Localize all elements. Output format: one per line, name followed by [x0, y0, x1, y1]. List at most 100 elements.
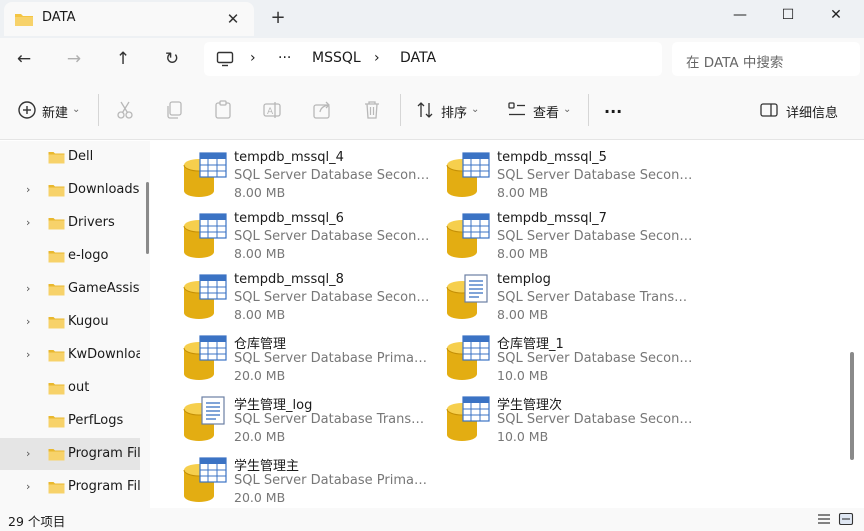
sidebar-item[interactable]: › Drivers: [0, 207, 140, 239]
file-item[interactable]: tempdb_mssql_4 SQL Server Database Second…: [158, 145, 430, 201]
file-name: tempdb_mssql_7: [497, 211, 607, 226]
sidebar-item[interactable]: › Kugou: [0, 306, 140, 338]
sidebar-item-label: Program Files: [68, 446, 140, 461]
database-file-icon: [446, 213, 490, 258]
file-type: SQL Server Database Transacti...: [234, 412, 430, 427]
address-field[interactable]: › ··· MSSQL › DATA: [204, 42, 662, 76]
copy-icon[interactable]: [163, 99, 185, 121]
file-size: 10.0 MB: [497, 429, 549, 444]
database-file-icon: [446, 396, 490, 441]
sidebar-item[interactable]: e-logo: [0, 240, 140, 272]
view-icon[interactable]: [506, 99, 528, 121]
details-pane-icon[interactable]: [758, 99, 780, 121]
cut-icon[interactable]: [114, 99, 136, 121]
sidebar-item[interactable]: › Downloads: [0, 174, 140, 206]
chevron-right-icon[interactable]: ›: [26, 216, 30, 229]
chevron-right-icon[interactable]: ›: [26, 183, 30, 196]
folder-icon: [48, 152, 65, 164]
file-item[interactable]: templog SQL Server Database Transacti... 8…: [421, 267, 693, 323]
rename-icon[interactable]: A: [261, 99, 283, 121]
file-item[interactable]: tempdb_mssql_7 SQL Server Database Second…: [421, 206, 693, 262]
sidebar-item-label: GameAssistant: [68, 281, 140, 296]
file-size: 8.00 MB: [234, 185, 286, 200]
sidebar-item[interactable]: › GameAssistant: [0, 273, 140, 305]
file-item[interactable]: tempdb_mssql_5 SQL Server Database Second…: [421, 145, 693, 201]
sort-button[interactable]: 排序 ⌄: [441, 100, 479, 122]
minimize-button[interactable]: —: [716, 0, 764, 30]
breadcrumb-separator[interactable]: ›: [250, 50, 256, 66]
database-file-icon: [183, 335, 227, 380]
file-name: 仓库管理: [234, 337, 287, 352]
view-button[interactable]: 查看 ⌄: [533, 100, 571, 122]
breadcrumb-more[interactable]: ···: [278, 50, 291, 66]
chevron-right-icon[interactable]: ›: [26, 282, 30, 295]
chevron-right-icon[interactable]: ›: [26, 480, 30, 493]
sort-icon[interactable]: [414, 99, 436, 121]
chevron-right-icon[interactable]: ›: [26, 315, 30, 328]
file-size: 8.00 MB: [234, 307, 286, 322]
file-item[interactable]: tempdb_mssql_8 SQL Server Database Second…: [158, 267, 430, 323]
file-type: SQL Server Database Seconda...: [234, 168, 430, 183]
database-file-icon: [183, 396, 225, 441]
up-button[interactable]: ↑: [109, 45, 137, 73]
search-placeholder: 在 DATA 中搜索: [686, 55, 784, 71]
file-name: 学生管理主: [234, 459, 300, 474]
chevron-right-icon[interactable]: ›: [26, 447, 30, 460]
sidebar-item-label: Kugou: [68, 314, 109, 329]
divider: [98, 94, 99, 126]
more-options-button[interactable]: ···: [604, 100, 622, 122]
refresh-button[interactable]: ↻: [158, 45, 186, 73]
back-button[interactable]: ←: [10, 45, 38, 73]
file-item[interactable]: 仓库管理_1 SQL Server Database Seconda... 10.0…: [421, 328, 693, 384]
breadcrumb-separator[interactable]: ›: [374, 50, 380, 66]
sidebar-item-label: Dell: [68, 149, 94, 164]
close-button[interactable]: ✕: [812, 0, 860, 30]
chevron-down-icon: ⌄: [471, 103, 480, 115]
database-file-icon: [446, 274, 488, 319]
file-size: 8.00 MB: [234, 246, 286, 261]
sidebar-item[interactable]: Dell: [0, 141, 140, 173]
details-view-icon[interactable]: [816, 511, 832, 527]
sidebar-item-label: Drivers: [68, 215, 115, 230]
folder-icon: [48, 284, 65, 296]
file-type: SQL Server Database Seconda...: [497, 412, 693, 427]
breadcrumb-mssql[interactable]: MSSQL: [312, 50, 361, 66]
tab-close-button[interactable]: ✕: [222, 8, 244, 30]
sidebar-scrollbar[interactable]: [146, 182, 149, 254]
details-button[interactable]: 详细信息: [786, 100, 838, 122]
file-item[interactable]: 仓库管理 SQL Server Database Primary ... 20.0 …: [158, 328, 430, 384]
sidebar-item[interactable]: out: [0, 372, 140, 404]
share-icon[interactable]: [311, 99, 333, 121]
file-item[interactable]: 学生管理次 SQL Server Database Seconda... 10.0 …: [421, 389, 693, 445]
new-tab-button[interactable]: +: [266, 6, 290, 30]
chevron-right-icon[interactable]: ›: [26, 348, 30, 361]
folder-icon: [48, 482, 65, 494]
delete-icon[interactable]: [361, 99, 383, 121]
folder-icon: [48, 383, 65, 395]
computer-icon: [216, 51, 234, 67]
new-button[interactable]: 新建 ⌄: [42, 100, 80, 122]
tab-data[interactable]: DATA ✕: [4, 2, 254, 36]
forward-button[interactable]: →: [60, 45, 88, 73]
sidebar-item-label: Downloads: [68, 182, 140, 197]
file-name: tempdb_mssql_5: [497, 150, 607, 165]
file-item[interactable]: 学生管理主 SQL Server Database Primary ... 20.0…: [158, 450, 430, 506]
status-bar: 29 个项目: [0, 508, 864, 531]
sidebar-item[interactable]: › KwDownload: [0, 339, 140, 371]
breadcrumb-data[interactable]: DATA: [400, 50, 436, 66]
file-item[interactable]: tempdb_mssql_6 SQL Server Database Second…: [158, 206, 430, 262]
paste-icon[interactable]: [212, 99, 234, 121]
sidebar-item[interactable]: PerfLogs: [0, 405, 140, 437]
title-bar: DATA ✕ + — ☐ ✕: [0, 0, 864, 38]
file-item[interactable]: 学生管理_log SQL Server Database Transacti...…: [158, 389, 430, 445]
folder-icon: [48, 317, 65, 329]
content-scrollbar[interactable]: [850, 352, 854, 460]
tiles-view-icon[interactable]: [838, 511, 854, 527]
sidebar-item[interactable]: › Program Files: [0, 471, 140, 503]
search-input[interactable]: 在 DATA 中搜索: [672, 42, 860, 76]
file-size: 8.00 MB: [497, 307, 549, 322]
file-size: 8.00 MB: [497, 185, 549, 200]
new-icon[interactable]: [16, 99, 38, 121]
maximize-button[interactable]: ☐: [764, 0, 812, 30]
sidebar-item[interactable]: › Program Files: [0, 438, 140, 470]
